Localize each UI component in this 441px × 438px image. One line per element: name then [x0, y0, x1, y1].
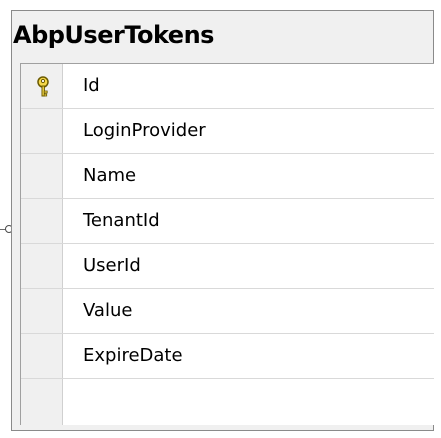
row-selector[interactable]	[21, 154, 63, 198]
row-selector[interactable]	[21, 109, 63, 153]
column-grid: Id LoginProvider Name TenantId UserId Va…	[20, 63, 434, 425]
column-name: UserId	[83, 255, 141, 276]
row-selector[interactable]	[21, 289, 63, 333]
row-selector[interactable]	[21, 64, 63, 108]
column-name: ExpireDate	[83, 345, 183, 366]
row-selector[interactable]	[21, 334, 63, 378]
new-column-row[interactable]	[21, 379, 434, 425]
column-row[interactable]: Id	[21, 64, 434, 109]
row-selector[interactable]	[21, 244, 63, 288]
column-name: Name	[83, 165, 137, 186]
column-row[interactable]: Name	[21, 154, 434, 199]
column-name: TenantId	[83, 210, 160, 231]
column-row[interactable]: LoginProvider	[21, 109, 434, 154]
column-name: LoginProvider	[83, 120, 206, 141]
column-row[interactable]: Value	[21, 289, 434, 334]
table-title: AbpUserTokens	[13, 21, 214, 49]
row-selector[interactable]	[21, 199, 63, 243]
column-row[interactable]: TenantId	[21, 199, 434, 244]
row-selector[interactable]	[21, 379, 63, 425]
column-row[interactable]: UserId	[21, 244, 434, 289]
column-row[interactable]: ExpireDate	[21, 334, 434, 379]
column-name: Value	[83, 300, 133, 321]
key-icon	[37, 76, 49, 97]
diagram-canvas: AbpUserTokens Id LoginProvider Name Tena…	[0, 0, 441, 438]
column-name: Id	[83, 75, 100, 96]
